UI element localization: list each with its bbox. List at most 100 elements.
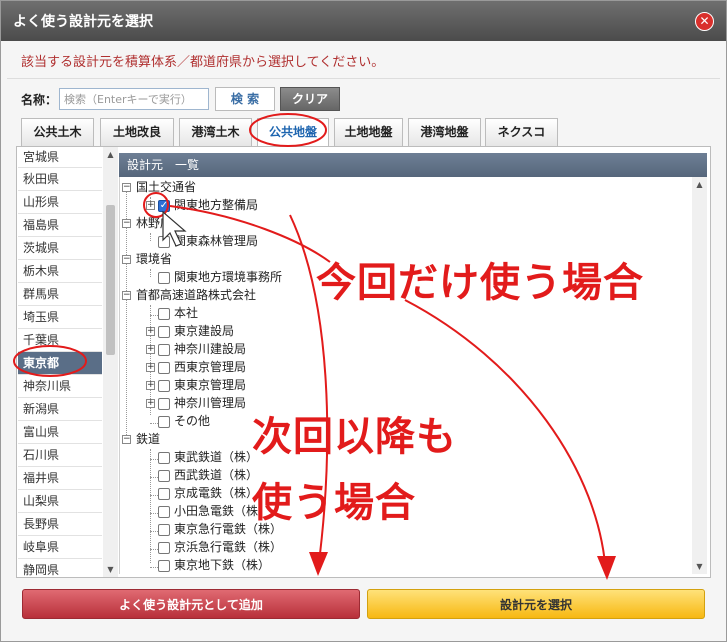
expand-icon[interactable]: + (146, 399, 155, 408)
collapse-icon[interactable]: − (122, 435, 131, 444)
tab-tochi-jiban[interactable]: 土地地盤 (334, 118, 403, 146)
expand-icon[interactable]: + (146, 381, 155, 390)
prefecture-scrollbar[interactable]: ▲ ▼ (103, 147, 118, 577)
tree-connector (150, 269, 151, 277)
tree-checkbox[interactable] (158, 308, 170, 320)
scroll-up-icon[interactable]: ▲ (103, 147, 118, 162)
tree-group-label: 林野庁 (136, 216, 173, 230)
annotation-this-time-only: 今回だけ使う場合 (316, 260, 644, 306)
tree-checkbox[interactable] (158, 470, 170, 482)
tree-group-label: 首都高速道路株式会社 (136, 288, 257, 302)
tree-connector (150, 495, 158, 496)
select-source-button[interactable]: 設計元を選択 (367, 589, 705, 619)
prefecture-item[interactable]: 千葉県 (18, 329, 102, 352)
tree-checkbox[interactable] (158, 560, 170, 572)
prefecture-item[interactable]: 石川県 (18, 444, 102, 467)
search-input[interactable] (59, 88, 209, 110)
tree-checkbox[interactable] (158, 344, 170, 356)
tree-item-label: その他 (174, 414, 211, 428)
add-favorite-button[interactable]: よく使う設計元として追加 (22, 589, 360, 619)
tree-item-label: 西武鉄道（株） (174, 468, 259, 482)
tree-connector (150, 567, 158, 568)
clear-button[interactable]: クリア (280, 87, 340, 111)
scrollbar-thumb[interactable] (106, 205, 115, 355)
prefecture-list: 宮城県 秋田県 山形県 福島県 茨城県 栃木県 群馬県 埼玉県 千葉県 東京都 … (18, 150, 102, 578)
prefecture-item[interactable]: 神奈川県 (18, 375, 102, 398)
tree-scrollbar[interactable]: ▲ ▼ (692, 177, 707, 574)
tab-kouwan-jiban[interactable]: 港湾地盤 (408, 118, 481, 146)
tree-item-label: 東京建設局 (174, 324, 235, 338)
tree-checkbox[interactable] (158, 542, 170, 554)
tree-connector (150, 423, 158, 424)
tab-nexco[interactable]: ネクスコ (485, 118, 558, 146)
prefecture-item[interactable]: 福井県 (18, 467, 102, 490)
collapse-icon[interactable]: − (122, 291, 131, 300)
expand-icon[interactable]: + (146, 345, 155, 354)
tree-connector (150, 459, 158, 460)
tree-group-label: 鉄道 (136, 432, 161, 446)
tree-item-label: 京浜急行電鉄（株） (174, 540, 283, 554)
tree-connector (150, 233, 151, 241)
prefecture-item[interactable]: 宮城県 (18, 150, 102, 168)
tree-group-label: 環境省 (136, 252, 173, 266)
tree-group-label: 国土交通省 (136, 180, 197, 194)
tree-item-label: 神奈川建設局 (174, 342, 247, 356)
tree-checkbox[interactable] (158, 524, 170, 536)
dialog: よく使う設計元を選択 ✕ 該当する設計元を積算体系／都道府県から選択してください… (0, 0, 727, 642)
tab-tochi-kairyou[interactable]: 土地改良 (100, 118, 174, 146)
tree-checkbox[interactable] (158, 488, 170, 500)
prefecture-item[interactable]: 静岡県 (18, 559, 102, 578)
expand-icon[interactable]: + (146, 363, 155, 372)
tree-checkbox[interactable] (158, 236, 170, 248)
tree-item-label: 京成電鉄（株） (174, 486, 259, 500)
tree-item-label: 東武鉄道（株） (174, 450, 259, 464)
scroll-down-icon[interactable]: ▼ (692, 559, 707, 574)
prefecture-item[interactable]: 埼玉県 (18, 306, 102, 329)
prefecture-item-selected[interactable]: 東京都 (18, 352, 102, 375)
prefecture-item[interactable]: 岐阜県 (18, 536, 102, 559)
tree-checkbox[interactable] (158, 380, 170, 392)
search-button[interactable]: 検 索 (215, 87, 275, 111)
scroll-up-icon[interactable]: ▲ (692, 177, 707, 192)
prefecture-item[interactable]: 山形県 (18, 191, 102, 214)
prefecture-item[interactable]: 山梨県 (18, 490, 102, 513)
tree-checkbox[interactable] (158, 362, 170, 374)
tree-item-label: 関東森林管理局 (174, 234, 259, 248)
expand-icon[interactable]: + (146, 201, 155, 210)
collapse-icon[interactable]: − (122, 255, 131, 264)
close-icon[interactable]: ✕ (695, 12, 714, 31)
prefecture-item[interactable]: 福島県 (18, 214, 102, 237)
annotation-next-time-line1: 次回以降も (252, 414, 457, 460)
tree-checkbox[interactable] (158, 326, 170, 338)
annotation-next-time-line2: 使う場合 (252, 480, 416, 526)
search-label: 名称： (21, 93, 58, 107)
prefecture-item[interactable]: 長野県 (18, 513, 102, 536)
prefecture-item[interactable]: 秋田県 (18, 168, 102, 191)
tree-connector (150, 549, 158, 550)
tree-connector (150, 531, 158, 532)
prefecture-item[interactable]: 栃木県 (18, 260, 102, 283)
tree-checkbox[interactable] (158, 272, 170, 284)
tree-checkbox[interactable] (158, 452, 170, 464)
tree-item-label: 神奈川管理局 (174, 396, 247, 410)
tree-checkbox[interactable] (158, 398, 170, 410)
divider (7, 78, 720, 79)
tree-item-label: 西東京管理局 (174, 360, 247, 374)
prefecture-item[interactable]: 群馬県 (18, 283, 102, 306)
prefecture-item[interactable]: 新潟県 (18, 398, 102, 421)
tree-checkbox-checked[interactable]: ✓ (158, 200, 170, 212)
collapse-icon[interactable]: − (122, 183, 131, 192)
prefecture-item[interactable]: 茨城県 (18, 237, 102, 260)
scroll-down-icon[interactable]: ▼ (103, 562, 118, 577)
tab-koukyou-doboku[interactable]: 公共土木 (21, 118, 94, 146)
tree-item-label: 東京地下鉄（株） (174, 558, 271, 572)
prefecture-item[interactable]: 富山県 (18, 421, 102, 444)
tree-connector (150, 477, 158, 478)
collapse-icon[interactable]: − (122, 219, 131, 228)
tree-checkbox[interactable] (158, 506, 170, 518)
tab-kouwan-doboku[interactable]: 港湾土木 (179, 118, 252, 146)
tab-koukyou-jiban[interactable]: 公共地盤 (257, 118, 329, 148)
tree-item-label: 関東地方整備局 (174, 198, 259, 212)
tree-checkbox[interactable] (158, 416, 170, 428)
expand-icon[interactable]: + (146, 327, 155, 336)
